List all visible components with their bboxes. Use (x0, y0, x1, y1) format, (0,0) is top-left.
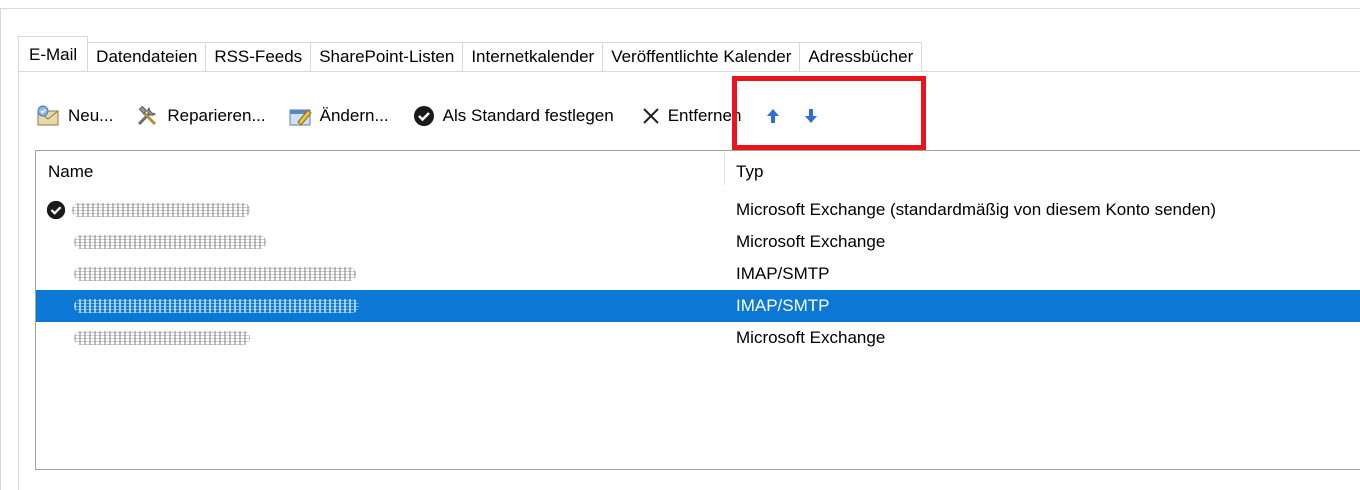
remove-button-label: Entfernen (667, 106, 742, 125)
tab-internet-calendars[interactable]: Internetkalender (463, 42, 604, 72)
tab-published-calendars[interactable]: Veröffentlichte Kalender (603, 42, 801, 72)
tab-email[interactable]: E-Mail (18, 36, 89, 72)
redacted-account-name (72, 203, 250, 217)
list-item-selected[interactable]: IMAP/SMTP (36, 290, 1360, 322)
remove-button[interactable]: Entfernen (640, 103, 742, 129)
tab-strip: E-Mail Datendateien RSS-Feeds SharePoint… (18, 36, 923, 72)
list-header: Name Typ (36, 151, 1360, 187)
tab-label: E-Mail (29, 44, 78, 64)
repair-button[interactable]: Reparieren... (135, 103, 266, 129)
remove-highlight-annotation (732, 76, 926, 150)
window-frame-top (0, 8, 1360, 9)
column-header-type[interactable]: Typ (736, 162, 763, 182)
default-account-check-icon (45, 199, 67, 226)
column-header-name[interactable]: Name (48, 162, 93, 182)
list-item[interactable]: Microsoft Exchange (standardmäßig von di… (36, 194, 1360, 226)
edit-account-icon (288, 103, 314, 129)
list-item[interactable]: Microsoft Exchange (36, 226, 1360, 258)
repair-button-label: Reparieren... (167, 106, 266, 125)
set-default-button[interactable]: Als Standard festlegen (411, 103, 614, 129)
close-icon (640, 103, 662, 129)
tab-panel-border (18, 71, 1360, 72)
account-toolbar: Neu... Reparieren... Ändern... Als Stand… (36, 98, 839, 134)
tab-panel-left-border (18, 71, 19, 490)
tab-sharepoint-lists[interactable]: SharePoint-Listen (311, 42, 464, 72)
tab-rss-feeds[interactable]: RSS-Feeds (206, 42, 312, 72)
change-button-label: Ändern... (319, 106, 389, 125)
tab-data-files[interactable]: Datendateien (88, 42, 207, 72)
tab-label: Veröffentlichte Kalender (611, 47, 792, 66)
new-email-icon (36, 103, 62, 129)
account-list[interactable]: Name Typ Microsoft Exchange (standardmäß… (35, 150, 1360, 470)
account-type: Microsoft Exchange (736, 328, 886, 347)
redacted-account-name (74, 331, 250, 345)
tab-address-books[interactable]: Adressbücher (800, 42, 923, 72)
tab-label: Datendateien (96, 47, 198, 66)
new-button[interactable]: Neu... (36, 103, 113, 129)
list-item[interactable]: Microsoft Exchange (36, 322, 1360, 354)
change-button[interactable]: Ändern... (288, 103, 389, 129)
redacted-account-name (74, 235, 266, 249)
tab-label: Internetkalender (471, 47, 595, 66)
tools-icon (135, 103, 161, 129)
tab-label: SharePoint-Listen (319, 47, 455, 66)
account-type: IMAP/SMTP (736, 264, 830, 283)
column-divider[interactable] (724, 153, 725, 185)
new-button-label: Neu... (68, 106, 114, 125)
check-circle-icon (411, 103, 437, 129)
tab-label: RSS-Feeds (214, 47, 303, 66)
redacted-account-name (74, 299, 359, 313)
list-item[interactable]: IMAP/SMTP (36, 258, 1360, 290)
set-default-button-label: Als Standard festlegen (442, 106, 614, 125)
account-type: Microsoft Exchange (standardmäßig von di… (736, 200, 1217, 219)
window-frame-left (0, 8, 1, 490)
redacted-account-name (74, 267, 356, 281)
account-type: IMAP/SMTP (736, 296, 830, 315)
account-type: Microsoft Exchange (736, 232, 886, 251)
tab-label: Adressbücher (808, 47, 914, 66)
